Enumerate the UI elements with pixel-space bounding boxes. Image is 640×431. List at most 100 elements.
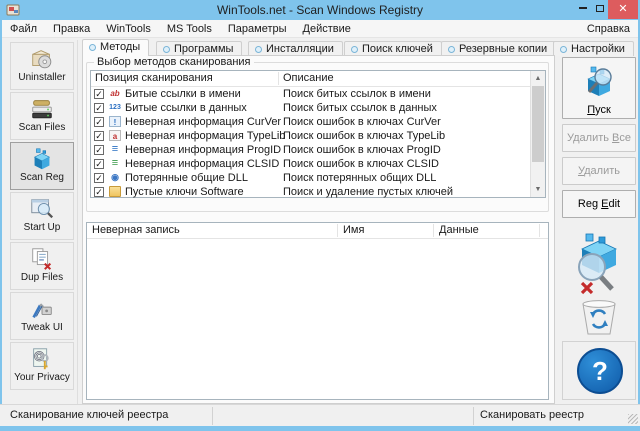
scroll-thumb[interactable] [532, 86, 544, 162]
sidebar-item-label: Start Up [23, 222, 61, 233]
sidebar: Uninstaller Scan Files Scan Reg Start Up… [8, 40, 78, 404]
column-scan-position[interactable]: Позиция сканирования [95, 72, 213, 84]
window-border-left [0, 0, 2, 431]
window-title: WinTools.net - Scan Windows Registry [216, 3, 424, 17]
column-data[interactable]: Данные [439, 224, 479, 236]
method-row[interactable]: ✓ ≡ Неверная информация ProgID Поиск оши… [91, 143, 530, 157]
method-row[interactable]: ✓ ab Битые ссылки в имени Поиск битых сс… [91, 87, 530, 101]
method-checkbox[interactable]: ✓ [94, 173, 104, 183]
results-list[interactable]: Неверная запись Имя Данные [86, 222, 549, 400]
menu-wintools[interactable]: WinTools [98, 20, 159, 38]
menu-parameters[interactable]: Параметры [220, 20, 295, 38]
status-right-text: Сканировать реестр [480, 409, 585, 421]
method-description: Поиск битых ссылок в имени [283, 88, 431, 100]
scroll-up-icon[interactable]: ▲ [531, 71, 545, 86]
status-left-text: Сканирование ключей реестра [10, 409, 169, 421]
column-divider[interactable] [539, 224, 540, 237]
method-name: Потерянные общие DLL [125, 172, 248, 184]
tab-dot-icon [448, 46, 455, 53]
tab-dot-icon [560, 46, 567, 53]
resize-grip[interactable] [628, 414, 638, 424]
sidebar-item-label: Uninstaller [18, 72, 66, 83]
sidebar-item-label: Scan Files [18, 122, 66, 133]
scan-registry-icon [33, 148, 51, 170]
delete-button[interactable]: Удалить [562, 157, 636, 185]
column-description[interactable]: Описание [283, 72, 334, 84]
column-divider[interactable] [433, 224, 434, 237]
close-button[interactable]: ✕ [608, 0, 638, 19]
start-scan-button[interactable]: Пуск [562, 57, 636, 119]
column-invalid-entry[interactable]: Неверная запись [92, 224, 180, 236]
method-row[interactable]: ✓ ◉ Потерянные общие DLL Поиск потерянны… [91, 171, 530, 185]
method-checkbox[interactable]: ✓ [94, 89, 104, 99]
tab-label: Методы [100, 41, 141, 53]
status-divider [212, 407, 213, 425]
sidebar-item-tweak-ui[interactable]: Tweak UI [10, 292, 74, 340]
recycle-bin-icon[interactable] [578, 298, 620, 336]
vertical-scrollbar[interactable]: ▲ ▼ [530, 71, 545, 197]
tab-key-search[interactable]: Поиск ключей [344, 41, 442, 56]
menu-mstools[interactable]: MS Tools [159, 20, 220, 38]
sidebar-item-label: Your Privacy [14, 372, 70, 383]
help-panel: ? [562, 341, 636, 400]
menu-file[interactable]: Файл [2, 20, 45, 38]
menu-edit[interactable]: Правка [45, 20, 98, 38]
progid-icon: ≡ [111, 144, 119, 155]
sidebar-item-dup-files[interactable]: Dup Files [10, 242, 74, 290]
menu-action[interactable]: Действие [295, 20, 359, 38]
method-checkbox[interactable]: ✓ [94, 117, 104, 127]
column-divider[interactable] [337, 224, 338, 237]
menu-help[interactable]: Справка [579, 20, 638, 38]
column-divider[interactable] [278, 72, 279, 85]
method-name: Неверная информация CurVer [125, 116, 282, 128]
regedit-button[interactable]: Reg Edit [562, 190, 636, 218]
tab-dot-icon [255, 46, 262, 53]
delete-all-label: Удалить Все [566, 132, 632, 144]
method-description: Поиск битых ссылок в данных [283, 102, 437, 114]
sidebar-item-uninstaller[interactable]: Uninstaller [10, 42, 74, 90]
tab-settings[interactable]: Настройки [553, 41, 634, 56]
tab-dot-icon [89, 44, 96, 51]
method-row[interactable]: ✓ a Неверная информация TypeLib Поиск ош… [91, 129, 530, 143]
method-row[interactable]: ✓ 123 Битые ссылки в данных Поиск битых … [91, 101, 530, 115]
delete-all-button[interactable]: Удалить Все [562, 124, 636, 152]
maximize-button[interactable] [591, 0, 608, 19]
method-row[interactable]: ✓ ≡ Неверная информация CLSID Поиск ошиб… [91, 157, 530, 171]
startup-icon [31, 199, 54, 219]
method-name: Неверная информация CLSID [125, 158, 280, 170]
method-checkbox[interactable]: ✓ [94, 159, 104, 169]
method-description: Поиск ошибок в ключах TypeLib [283, 130, 446, 142]
tab-label: Поиск ключей [362, 43, 433, 55]
method-row[interactable]: ✓ ! Неверная информация CurVer Поиск оши… [91, 115, 530, 129]
help-button[interactable]: ? [577, 348, 623, 394]
tab-label: Инсталляции [266, 43, 334, 55]
tab-programs[interactable]: Программы [156, 41, 243, 56]
column-name[interactable]: Имя [343, 224, 364, 236]
status-divider [473, 407, 474, 425]
window-border-bottom [0, 426, 640, 431]
methods-list: Позиция сканирования Описание ✓ ab Битые… [90, 70, 546, 198]
sidebar-item-start-up[interactable]: Start Up [10, 192, 74, 240]
method-checkbox[interactable]: ✓ [94, 187, 104, 197]
method-checkbox[interactable]: ✓ [94, 145, 104, 155]
software-folder-icon [109, 186, 121, 197]
scroll-down-icon[interactable]: ▼ [531, 182, 545, 197]
tab-installations[interactable]: Инсталляции [248, 41, 343, 56]
close-icon: ✕ [618, 3, 628, 15]
method-checkbox[interactable]: ✓ [94, 103, 104, 113]
delete-label: Удалить [577, 165, 620, 177]
tab-methods[interactable]: Методы [82, 39, 150, 56]
broken-data-links-icon: 123 [109, 104, 121, 111]
sidebar-item-your-privacy[interactable]: Your Privacy [10, 342, 74, 390]
tab-dot-icon [163, 46, 170, 53]
sidebar-item-scan-files[interactable]: Scan Files [10, 92, 74, 140]
minimize-button[interactable] [574, 0, 591, 19]
menu-bar: Файл Правка WinTools MS Tools Параметры … [2, 20, 638, 38]
tab-backups[interactable]: Резервные копии [441, 41, 557, 56]
method-checkbox[interactable]: ✓ [94, 131, 104, 141]
method-row[interactable]: ✓ Пустые ключи Software Поиск и удаление… [91, 185, 530, 199]
sidebar-item-scan-reg[interactable]: Scan Reg [10, 142, 74, 190]
shared-dll-icon: ◉ [111, 172, 119, 182]
method-name: Неверная информация TypeLib [125, 130, 286, 142]
clsid-icon: ≡ [111, 158, 119, 169]
